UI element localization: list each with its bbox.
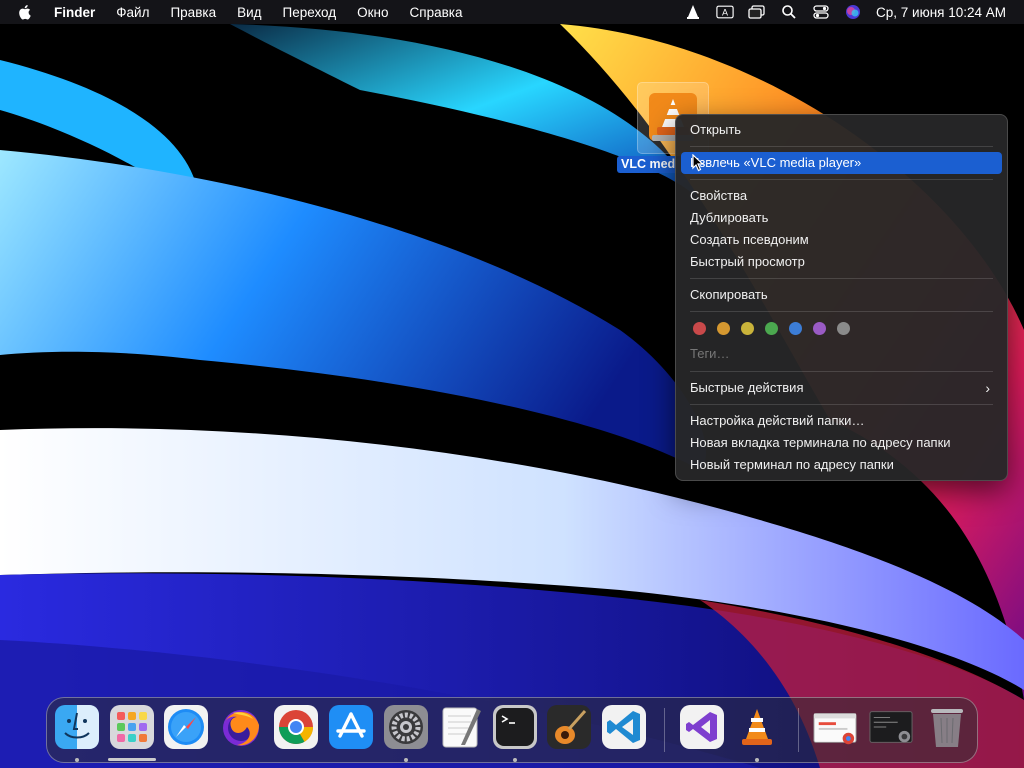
tag-purple[interactable] [813, 322, 826, 335]
dock-separator [798, 708, 799, 752]
menu-bar: Finder Файл Правка Вид Переход Окно Спра… [0, 0, 1024, 24]
chrome-icon[interactable] [274, 705, 318, 749]
visual-studio-icon[interactable] [680, 705, 724, 749]
tag-green[interactable] [765, 322, 778, 335]
running-indicator [75, 758, 79, 762]
vscode-icon[interactable] [602, 705, 646, 749]
menu-window[interactable]: Окно [357, 5, 388, 20]
menu-app-name[interactable]: Finder [54, 5, 95, 20]
tag-color-picker [693, 322, 861, 336]
menu-item-tags[interactable]: Теги… [681, 343, 1002, 365]
running-indicator [513, 758, 517, 762]
system-preferences-icon[interactable] [384, 705, 428, 749]
menu-item-quick-actions[interactable]: Быстрые действия › [681, 377, 1002, 399]
garageband-icon[interactable] [547, 705, 591, 749]
dock [46, 697, 978, 763]
menu-item-open[interactable]: Открыть [681, 119, 1002, 141]
siri-icon[interactable] [844, 3, 862, 21]
dock-separator [664, 708, 665, 752]
tag-red[interactable] [693, 322, 706, 335]
menu-file[interactable]: Файл [116, 5, 149, 20]
menu-separator [690, 179, 993, 180]
menu-separator [690, 404, 993, 405]
screen-mirror-icon[interactable] [748, 3, 766, 21]
tag-blue[interactable] [789, 322, 802, 335]
tag-gray[interactable] [837, 322, 850, 335]
firefox-icon[interactable] [219, 705, 263, 749]
menu-view[interactable]: Вид [237, 5, 261, 20]
apple-menu-icon[interactable] [18, 4, 34, 20]
menu-help[interactable]: Справка [410, 5, 463, 20]
launchpad-icon[interactable] [110, 705, 154, 749]
menu-item-get-info[interactable]: Свойства [681, 185, 1002, 207]
running-indicator [404, 758, 408, 762]
menu-edit[interactable]: Правка [170, 5, 216, 20]
app-store-icon[interactable] [329, 705, 373, 749]
menu-item-folder-actions-setup[interactable]: Настройка действий папки… [681, 410, 1002, 432]
menu-bar-clock[interactable]: Ср, 7 июня 10:24 AM [876, 5, 1006, 20]
quick-actions-label: Быстрые действия [690, 380, 804, 395]
menu-item-new-terminal-tab[interactable]: Новая вкладка терминала по адресу папки [681, 432, 1002, 454]
mouse-cursor-icon [692, 154, 704, 172]
menu-separator [690, 146, 993, 147]
menu-separator [690, 278, 993, 279]
menu-separator [690, 311, 993, 312]
launchpad-indicator [108, 758, 156, 761]
tag-yellow[interactable] [741, 322, 754, 335]
tag-orange[interactable] [717, 322, 730, 335]
search-icon[interactable] [780, 3, 798, 21]
menu-item-make-alias[interactable]: Создать псевдоним [681, 229, 1002, 251]
menu-item-quick-look[interactable]: Быстрый просмотр [681, 251, 1002, 273]
safari-icon[interactable] [164, 705, 208, 749]
vlc-icon[interactable] [684, 3, 702, 21]
keyboard-input-icon[interactable]: A [716, 3, 734, 21]
finder-icon[interactable] [55, 705, 99, 749]
chevron-right-icon: › [985, 380, 990, 396]
textedit-icon[interactable] [439, 705, 483, 749]
running-indicator [755, 758, 759, 762]
menu-item-duplicate[interactable]: Дублировать [681, 207, 1002, 229]
chrome-window-thumbnail[interactable] [813, 705, 857, 749]
control-center-icon[interactable] [812, 3, 830, 21]
menu-go[interactable]: Переход [283, 5, 337, 20]
svg-text:A: A [722, 8, 728, 18]
menu-item-eject[interactable]: Извлечь «VLC media player» [681, 152, 1002, 174]
vlc-icon[interactable] [735, 705, 779, 749]
trash-icon[interactable] [925, 705, 969, 749]
menu-item-new-terminal[interactable]: Новый терминал по адресу папки [681, 454, 1002, 476]
terminal-icon[interactable] [493, 705, 537, 749]
terminal-window-thumbnail[interactable] [869, 705, 913, 749]
menu-item-copy[interactable]: Скопировать [681, 284, 1002, 306]
menu-separator [690, 371, 993, 372]
context-menu: Открыть Извлечь «VLC media player» Свойс… [675, 114, 1008, 481]
